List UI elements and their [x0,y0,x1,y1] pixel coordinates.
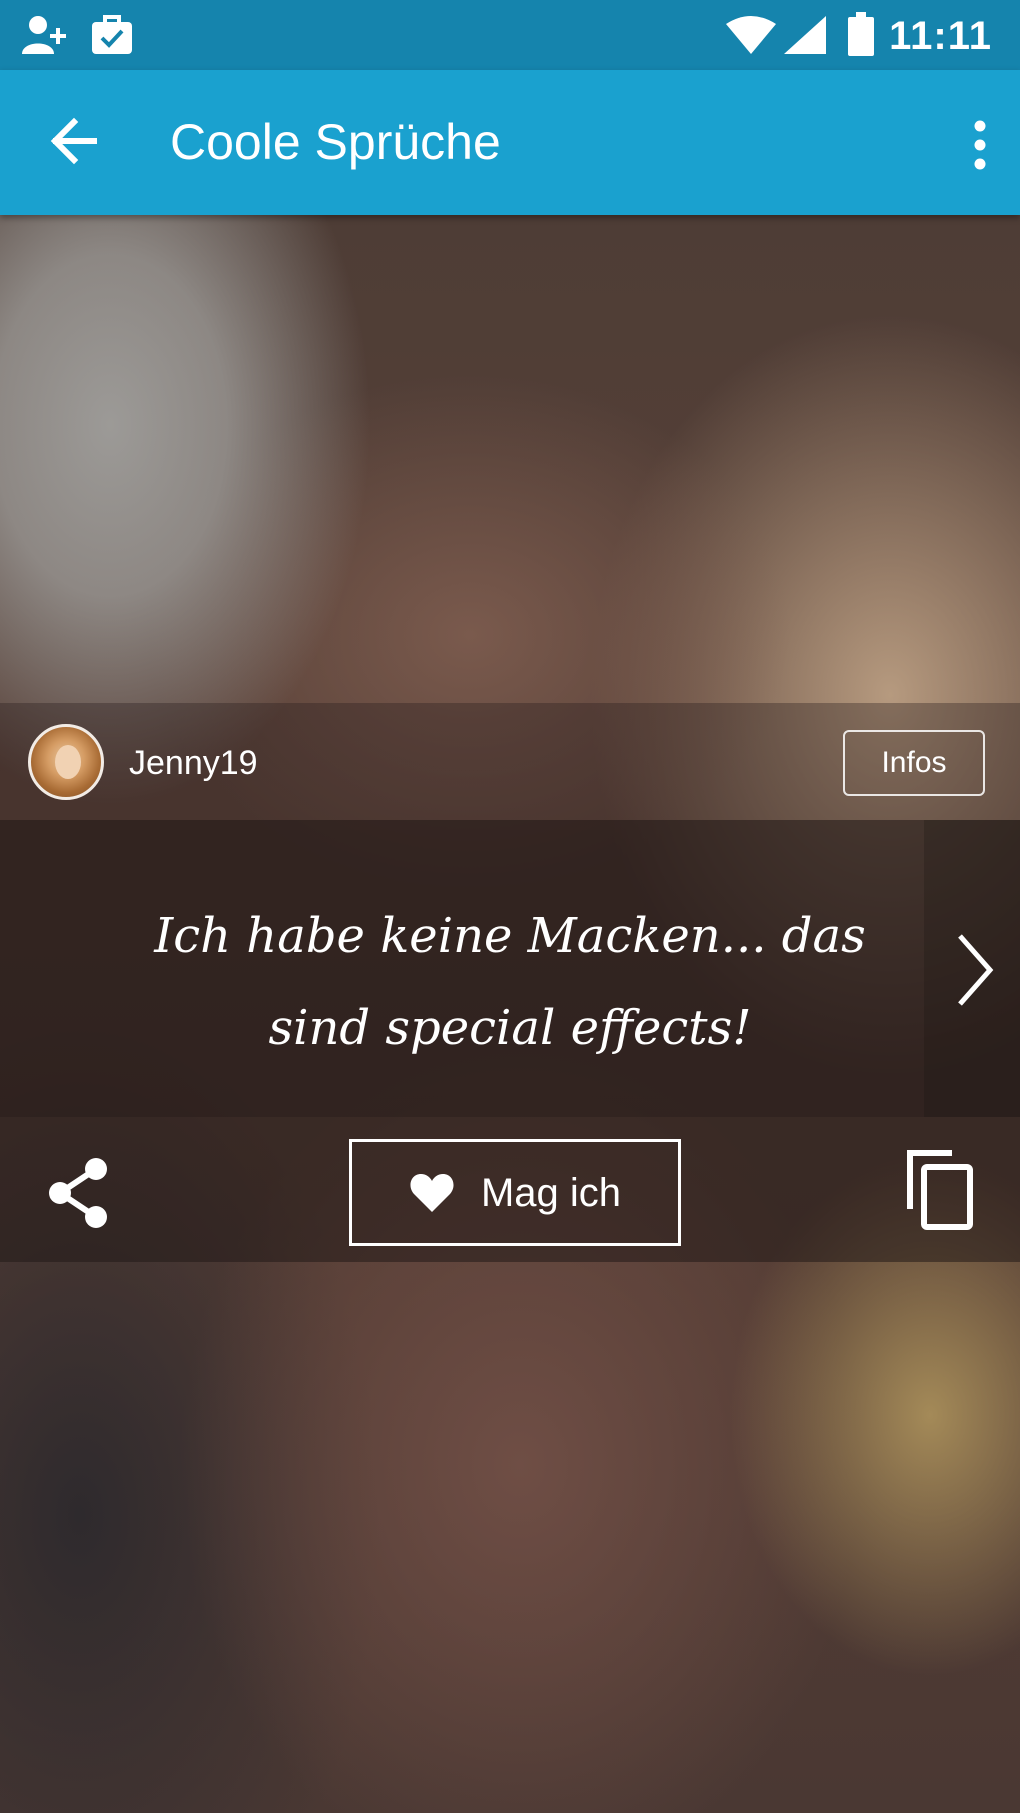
overflow-menu-button[interactable] [960,110,1000,180]
add-contact-icon [20,14,70,61]
quote-line: Ich habe keine Macken... das [154,908,866,964]
action-bar: Mag ich [0,1117,1020,1262]
app-bar: Coole Sprüche [0,70,1020,215]
author-row: Jenny19 Infos [0,703,1020,820]
back-button[interactable] [40,106,120,176]
cell-signal-icon [784,16,826,59]
chevron-right-icon [958,934,994,1006]
share-icon [49,1158,107,1228]
wifi-icon [726,16,776,61]
more-vert-icon [974,120,986,170]
page-title: Coole Sprüche [170,114,501,170]
quote-text: Ich habe keine Macken... das sind specia… [120,890,900,1074]
heart-icon [410,1173,454,1212]
copy-icon [907,1150,973,1230]
share-button[interactable] [40,1153,120,1233]
avatar[interactable] [28,724,104,800]
briefcase-check-icon [90,14,134,61]
copy-button[interactable] [900,1145,980,1235]
battery-icon [848,12,874,61]
status-bar: 11:11 [0,0,1020,70]
arrow-back-icon [50,117,97,165]
quote-line: sind special effects! [268,1000,752,1056]
like-label: Mag ich [480,1170,622,1215]
like-button[interactable]: Mag ich [349,1139,681,1246]
quote-card: Ich habe keine Macken... das sind specia… [0,820,1020,1117]
username[interactable]: Jenny19 [129,743,258,783]
next-quote-button[interactable] [950,930,1000,1010]
infos-button[interactable]: Infos [843,730,985,796]
status-time: 11:11 [889,14,992,58]
